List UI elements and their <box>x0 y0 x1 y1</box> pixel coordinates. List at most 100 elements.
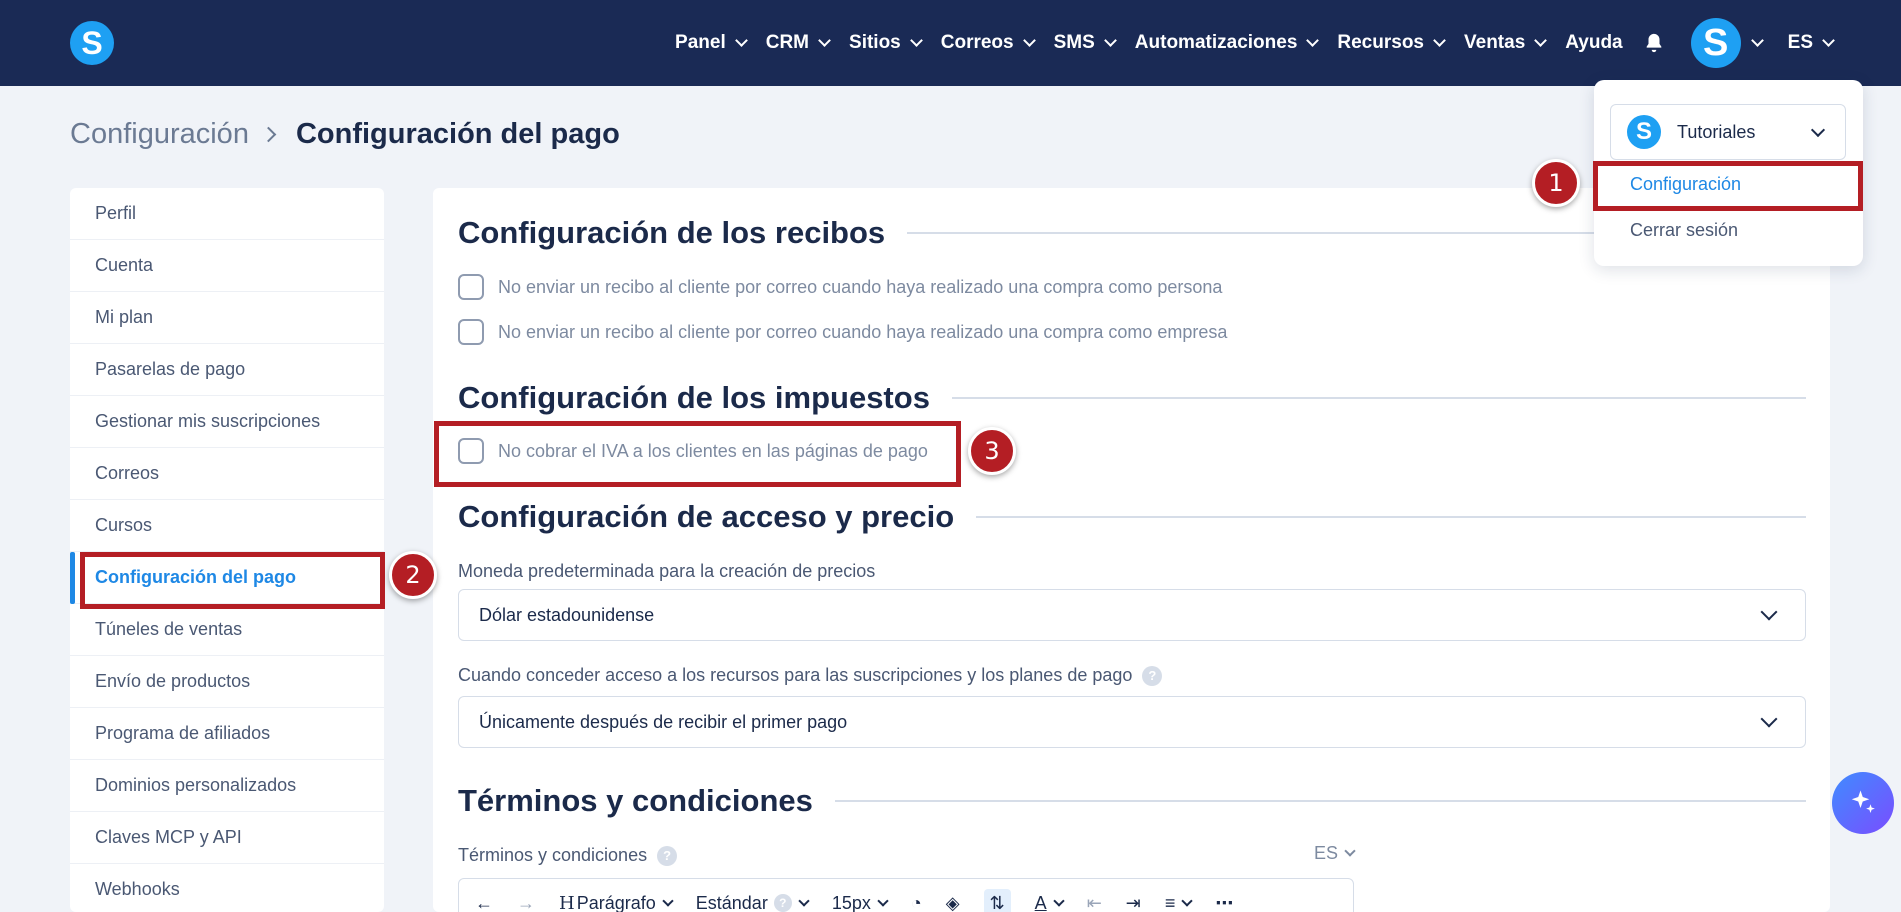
text-color-icon[interactable]: A <box>1034 892 1065 912</box>
font-size-select[interactable]: 15px <box>831 892 889 912</box>
breadcrumb-parent[interactable]: Configuración <box>70 118 249 151</box>
sidebar-item-dominios-personalizados[interactable]: Dominios personalizados <box>70 760 384 812</box>
nav-sms[interactable]: SMS <box>1054 32 1117 54</box>
receipt-company-checkbox[interactable] <box>458 319 484 345</box>
receipt-option-company[interactable]: No enviar un recibo al cliente por corre… <box>458 319 1227 345</box>
more-options-icon[interactable]: ⋯ <box>1215 893 1233 912</box>
text-style-value: Estándar <box>695 892 768 912</box>
app-logo[interactable]: S <box>70 21 114 65</box>
chevron-down-icon <box>1433 34 1446 47</box>
chevron-down-icon <box>1053 894 1065 907</box>
sidebar-item-pasarelas-de-pago[interactable]: Pasarelas de pago <box>70 344 384 396</box>
access-label: Cuando conceder acceso a los recursos pa… <box>458 665 1163 686</box>
currency-label-text: Moneda predeterminada para la creación d… <box>458 561 876 581</box>
chevron-down-icon <box>1822 34 1835 47</box>
palette-icon[interactable]: ◔ <box>911 893 922 912</box>
chevron-down-icon <box>1760 710 1778 728</box>
receipt-company-label: No enviar un recibo al cliente por corre… <box>498 321 1228 342</box>
fill-color-icon[interactable]: ◈ <box>946 893 960 912</box>
line-height-icon[interactable]: ⇅ <box>983 888 1011 912</box>
help-icon: ? <box>773 894 792 912</box>
text-a-icon: A <box>1034 892 1047 912</box>
undo-icon[interactable]: ← <box>475 893 493 912</box>
sidebar-item-cuenta[interactable]: Cuenta <box>70 240 384 292</box>
chevron-down-icon <box>1534 34 1548 47</box>
section-divider <box>834 800 1806 802</box>
sidebar-item-envio-de-productos[interactable]: Envío de productos <box>70 656 384 708</box>
sidebar-item-claves-mcp-api[interactable]: Claves MCP y API <box>70 812 384 864</box>
avatar-chevron-down-icon[interactable] <box>1750 34 1764 47</box>
paragraph-format-select[interactable]: H Parágrafo <box>559 892 674 912</box>
nav-ventas[interactable]: Ventas <box>1464 32 1548 54</box>
nav-sitios[interactable]: Sitios <box>849 32 923 54</box>
editor-toolbar: ← → H Parágrafo Estándar? 15px ◔ ◈ ⇅ A ⇤ … <box>458 878 1354 912</box>
receipt-option-person[interactable]: No enviar un recibo al cliente por corre… <box>458 274 1222 300</box>
account-switcher[interactable]: S Tutoriales <box>1610 104 1846 160</box>
help-icon[interactable]: ? <box>1142 665 1163 686</box>
payment-settings-card: Configuración de los recibos No enviar u… <box>433 188 1830 912</box>
step-marker-1: 1 <box>1532 159 1580 207</box>
outdent-icon[interactable]: ⇤ <box>1087 893 1102 912</box>
breadcrumb: Configuración Configuración del pago <box>70 118 620 151</box>
nav-recursos[interactable]: Recursos <box>1337 32 1446 54</box>
terms-language-select[interactable]: ES <box>1314 843 1356 864</box>
language-selector[interactable]: ES <box>1787 32 1835 54</box>
nav-ayuda[interactable]: Ayuda <box>1565 32 1622 54</box>
nav-correos-label: Correos <box>940 32 1014 53</box>
highlight-box-1 <box>1593 161 1863 211</box>
terms-field-label: Términos y condiciones ? <box>458 845 678 866</box>
taxes-title-text: Configuración de los impuestos <box>458 380 930 415</box>
sidebar-item-perfil[interactable]: Perfil <box>70 188 384 240</box>
paragraph-format-value: Parágrafo <box>576 892 656 912</box>
access-timing-select[interactable]: Únicamente después de recibir el primer … <box>458 696 1806 748</box>
language-label: ES <box>1787 32 1813 53</box>
currency-select[interactable]: Dólar estadounidense <box>458 589 1806 641</box>
main-nav: Panel CRM Sitios Correos SMS Automatizac… <box>655 0 1835 86</box>
chevron-down-icon <box>877 894 889 907</box>
terms-title-text: Términos y condiciones <box>458 783 813 818</box>
access-title-text: Configuración de acceso y precio <box>458 499 955 534</box>
sidebar-item-cursos[interactable]: Cursos <box>70 500 384 552</box>
terms-section-title: Términos y condiciones <box>458 783 1806 819</box>
menu-item-cerrar-sesion[interactable]: Cerrar sesión <box>1630 220 1738 241</box>
redo-icon[interactable]: → <box>517 893 535 912</box>
nav-correos[interactable]: Correos <box>940 32 1036 54</box>
sidebar-item-suscripciones[interactable]: Gestionar mis suscripciones <box>70 396 384 448</box>
nav-crm[interactable]: CRM <box>766 32 831 54</box>
sidebar-item-mi-plan[interactable]: Mi plan <box>70 292 384 344</box>
receipts-title-text: Configuración de los recibos <box>458 215 886 250</box>
chevron-down-icon <box>1760 603 1778 621</box>
chevron-down-icon <box>734 34 748 47</box>
receipt-person-checkbox[interactable] <box>458 274 484 300</box>
account-logo: S <box>1627 115 1661 149</box>
step-marker-2: 2 <box>389 551 437 599</box>
currency-value: Dólar estadounidense <box>479 604 655 625</box>
sidebar-item-correos[interactable]: Correos <box>70 448 384 500</box>
access-section-title: Configuración de acceso y precio <box>458 499 1806 535</box>
sidebar-item-webhooks[interactable]: Webhooks <box>70 864 384 912</box>
settings-sidebar: Perfil Cuenta Mi plan Pasarelas de pago … <box>70 188 384 912</box>
font-size-value: 15px <box>831 892 871 912</box>
help-icon[interactable]: ? <box>657 845 678 866</box>
indent-icon[interactable]: ⇥ <box>1126 893 1141 912</box>
receipt-person-label: No enviar un recibo al cliente por corre… <box>498 276 1223 297</box>
align-left-icon[interactable]: ≡ <box>1165 893 1194 912</box>
access-label-text: Cuando conceder acceso a los recursos pa… <box>458 665 1133 685</box>
chevron-right-icon <box>260 126 277 143</box>
terms-field-label-text: Términos y condiciones <box>458 845 648 865</box>
account-name: Tutoriales <box>1677 121 1756 142</box>
chevron-down-icon <box>1022 34 1036 47</box>
nav-panel[interactable]: Panel <box>675 32 748 54</box>
sidebar-item-tuneles-de-ventas[interactable]: Túneles de ventas <box>70 604 384 656</box>
nav-ayuda-label: Ayuda <box>1565 32 1623 53</box>
nav-panel-label: Panel <box>675 32 726 53</box>
bell-icon[interactable] <box>1643 31 1665 55</box>
text-style-select[interactable]: Estándar? <box>695 892 810 912</box>
ai-assistant-button[interactable] <box>1832 772 1894 834</box>
currency-label: Moneda predeterminada para la creación d… <box>458 561 875 582</box>
nav-automatizaciones[interactable]: Automatizaciones <box>1135 32 1320 54</box>
sidebar-item-programa-de-afiliados[interactable]: Programa de afiliados <box>70 708 384 760</box>
section-divider <box>951 397 1806 399</box>
user-avatar[interactable]: S <box>1690 18 1741 68</box>
chevron-down-icon <box>1306 34 1320 47</box>
